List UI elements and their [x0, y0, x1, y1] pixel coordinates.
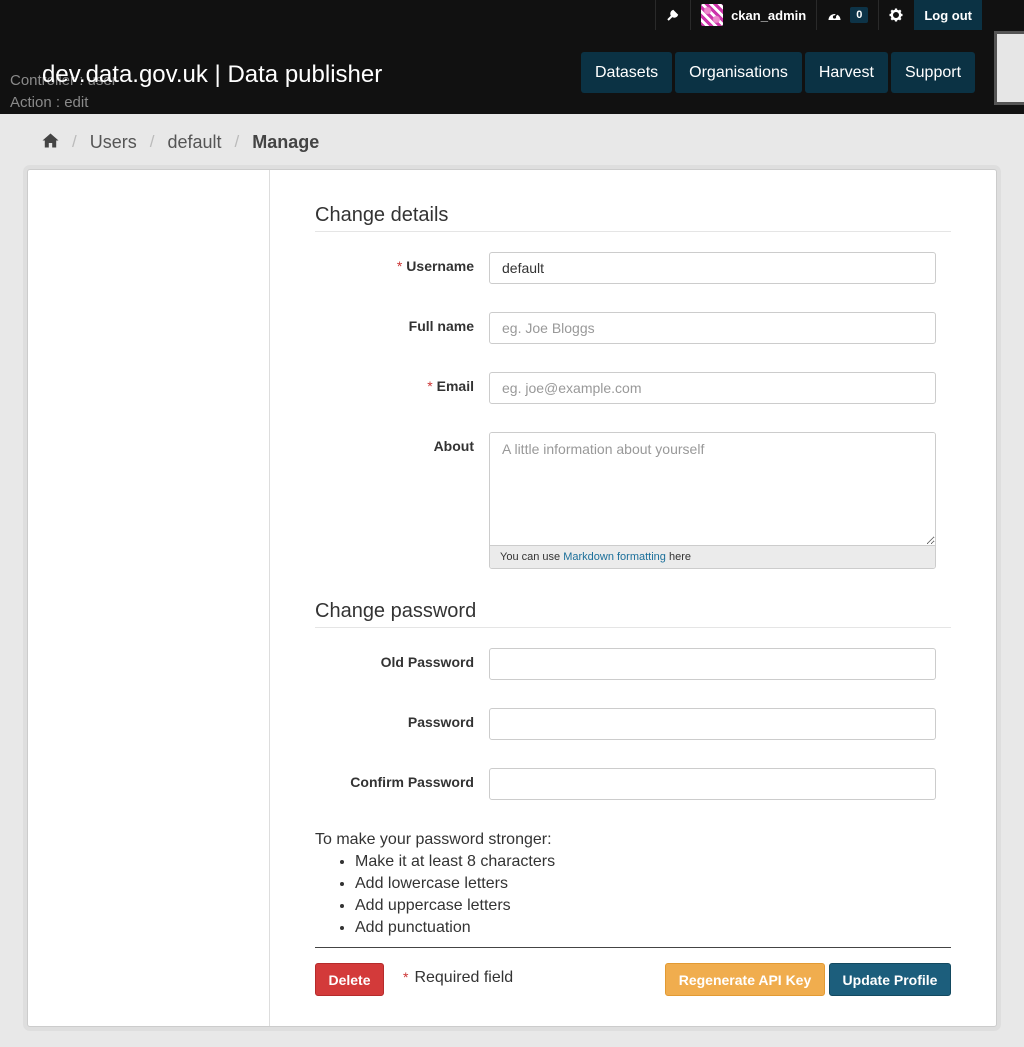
masthead: ckan_admin 0 Log out Controller : user A… [0, 0, 1024, 114]
markdown-link[interactable]: Markdown formatting [563, 551, 666, 563]
username-label: * Username [396, 258, 474, 274]
form-actions-divider [315, 947, 951, 948]
password-field[interactable] [489, 708, 936, 740]
scrollbar-thumb[interactable] [994, 31, 1024, 105]
confirm-password-row: Confirm Password [315, 768, 951, 800]
breadcrumb-separator: / [72, 132, 77, 151]
list-item: Add uppercase letters [355, 895, 555, 917]
fullname-field[interactable] [489, 312, 936, 344]
about-row: About You can use Markdown formatting he… [315, 432, 951, 569]
home-icon[interactable] [42, 132, 59, 153]
regenerate-api-key-button[interactable]: Regenerate API Key [665, 963, 825, 996]
nav-support[interactable]: Support [890, 52, 976, 93]
old-password-label: Old Password [380, 654, 474, 670]
main-panel: Change details *Username Full name *Emai… [27, 169, 997, 1027]
account-username: ckan_admin [731, 7, 807, 23]
required-field-note: * Required field [403, 969, 514, 986]
breadcrumb-users[interactable]: Users [90, 132, 137, 153]
about-label: About [433, 438, 474, 454]
breadcrumb-separator: / [149, 132, 155, 151]
markdown-hint: You can use Markdown formatting here [490, 546, 935, 568]
email-label: * Email [427, 378, 474, 394]
nav-organisations[interactable]: Organisations [675, 52, 802, 93]
wrench-icon [666, 8, 680, 22]
password-row: Password [315, 708, 951, 740]
nav-harvest[interactable]: Harvest [804, 52, 888, 93]
sysadmin-link[interactable] [655, 0, 690, 30]
sidebar [28, 170, 270, 1026]
old-password-row: Old Password [315, 648, 951, 680]
fullname-row: Full name [315, 312, 951, 344]
password-label: Password [407, 714, 474, 730]
dashboard-icon [827, 9, 842, 22]
required-marker: * [396, 258, 403, 274]
change-details-heading: Change details [315, 204, 951, 232]
email-row: * Email [315, 372, 951, 404]
change-password-heading: Change password [315, 600, 951, 628]
required-marker: * [403, 969, 409, 985]
password-tips: To make your password stronger: Make it … [315, 829, 555, 939]
old-password-field[interactable] [489, 648, 936, 680]
nav-datasets[interactable]: Datasets [581, 52, 673, 93]
logout-button[interactable]: Log out [914, 0, 982, 30]
password-tips-intro: To make your password stronger: [315, 831, 552, 848]
confirm-password-field[interactable] [489, 768, 936, 800]
breadcrumb-user[interactable]: default [167, 132, 221, 153]
account-bar: ckan_admin 0 Log out [655, 0, 982, 30]
username-field[interactable] [489, 252, 936, 284]
delete-button[interactable]: Delete [315, 963, 384, 996]
dashboard-count-badge: 0 [850, 7, 869, 23]
breadcrumb-active[interactable]: Manage [252, 132, 319, 153]
user-profile-link[interactable]: ckan_admin [690, 0, 816, 30]
site-title[interactable]: dev.data.gov.uk | Data publisher [42, 61, 382, 89]
gear-icon [889, 8, 903, 22]
about-textarea[interactable] [490, 433, 935, 546]
list-item: Add lowercase letters [355, 873, 555, 895]
username-row: * Username [315, 252, 951, 284]
main-nav: Datasets Organisations Harvest Support [581, 52, 976, 93]
list-item: Make it at least 8 characters [355, 851, 555, 873]
about-editor: You can use Markdown formatting here [489, 432, 936, 569]
required-marker: * [427, 378, 433, 394]
fullname-label: Full name [408, 318, 474, 334]
email-field[interactable] [489, 372, 936, 404]
update-profile-button[interactable]: Update Profile [829, 963, 951, 996]
breadcrumb: / Users / default / Manage [42, 128, 319, 156]
avatar [701, 4, 724, 26]
breadcrumb-separator: / [234, 132, 240, 151]
password-tips-list: Make it at least 8 characters Add lowerc… [315, 851, 555, 939]
settings-link[interactable] [878, 0, 913, 30]
confirm-password-label: Confirm Password [350, 774, 474, 790]
debug-action: Action : edit [10, 94, 89, 111]
dashboard-link[interactable]: 0 [816, 0, 878, 30]
list-item: Add punctuation [355, 917, 555, 939]
